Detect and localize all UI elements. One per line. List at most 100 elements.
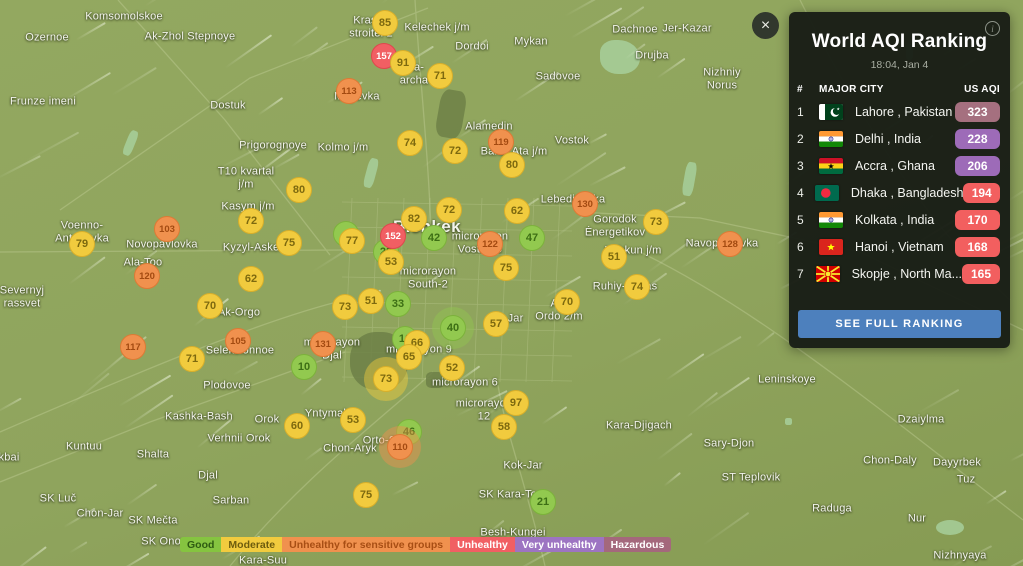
aqi-marker[interactable]: 42 [421, 225, 447, 251]
aqi-marker[interactable]: 70 [197, 293, 223, 319]
map-place-label: SK Luč [40, 493, 77, 506]
see-full-ranking-button[interactable]: SEE FULL RANKING [798, 310, 1001, 338]
map-place-label: ST Teplovik [722, 472, 781, 485]
aqi-marker[interactable]: 71 [179, 346, 205, 372]
map-place-label: Gorodok Ėnergetikov [585, 213, 645, 238]
aqi-marker[interactable]: 82 [401, 206, 427, 232]
aqi-marker[interactable]: 128 [717, 231, 743, 257]
city-name: Hanoi , Vietnam [855, 240, 944, 254]
aqi-marker[interactable]: 74 [397, 130, 423, 156]
map-place-label: Sadovoe [536, 71, 581, 84]
aqi-marker[interactable]: 72 [238, 208, 264, 234]
map-place-label: Nizhnyaya [933, 550, 986, 563]
ranking-rows: 1 Lahore , Pakistan 323 2 Delhi , India … [797, 98, 1000, 287]
aqi-marker[interactable]: 40 [440, 315, 466, 341]
rank-cell: 2 [797, 132, 819, 146]
aqi-marker[interactable]: 47 [519, 225, 545, 251]
aqi-badge: 323 [955, 102, 1000, 122]
aqi-marker[interactable]: 110 [387, 434, 413, 460]
map-place-label: Tuz [957, 474, 976, 487]
map-place-label: Verhnii Orok [208, 433, 271, 446]
rank-cell: 1 [797, 105, 819, 119]
aqi-marker[interactable]: 105 [225, 328, 251, 354]
ranking-row[interactable]: 2 Delhi , India 228 [797, 125, 1000, 152]
aqi-marker[interactable]: 130 [572, 191, 598, 217]
aqi-marker[interactable]: 73 [332, 294, 358, 320]
info-icon[interactable]: i [985, 21, 1000, 36]
aqi-marker[interactable]: 77 [339, 228, 365, 254]
map-place-label: Dachnoe [612, 24, 657, 37]
aqi-marker[interactable]: 10 [291, 354, 317, 380]
legend-item: Hazardous [604, 537, 672, 552]
header-city: MAJOR CITY [819, 84, 884, 95]
aqi-marker[interactable]: 51 [358, 288, 384, 314]
map-place-label: Sary-Djon [704, 438, 755, 451]
aqi-marker[interactable]: 72 [436, 197, 462, 223]
ranking-row[interactable]: 3 Accra , Ghana 206 [797, 152, 1000, 179]
map-place-label: SK Onor [141, 536, 185, 549]
map-place-label: Kara-Djigach [606, 420, 672, 433]
aqi-marker[interactable]: 51 [601, 244, 627, 270]
aqi-marker[interactable]: 71 [427, 63, 453, 89]
city-name: Dhaka , Bangladesh [851, 186, 964, 200]
map-place-label: Dayyrbek [933, 457, 981, 470]
aqi-badge: 168 [955, 237, 1000, 257]
aqi-badge: 194 [963, 183, 1000, 203]
ranking-row[interactable]: 1 Lahore , Pakistan 323 [797, 98, 1000, 125]
aqi-marker[interactable]: 60 [284, 413, 310, 439]
ranking-row[interactable]: 6 Hanoi , Vietnam 168 [797, 233, 1000, 260]
legend-item: Very unhealthy [515, 537, 604, 552]
aqi-marker[interactable]: 72 [442, 138, 468, 164]
aqi-badge: 170 [955, 210, 1000, 230]
map-place-label: Prigorognoye [239, 140, 307, 153]
aqi-marker[interactable]: 57 [483, 311, 509, 337]
ranking-row[interactable]: 4 Dhaka , Bangladesh 194 [797, 179, 1000, 206]
aqi-marker[interactable]: 91 [390, 50, 416, 76]
aqi-marker[interactable]: 75 [353, 482, 379, 508]
map-place-label: Orok [255, 414, 280, 427]
world-aqi-ranking-panel: i World AQI Ranking 18:04, Jan 4 # MAJOR… [789, 12, 1010, 348]
map-place-label: Sarban [213, 495, 250, 508]
map-place-label: Raduga [812, 503, 852, 516]
aqi-marker[interactable]: 152 [380, 223, 406, 249]
aqi-marker[interactable]: 73 [373, 366, 399, 392]
map-place-label: Jer-Kazar [662, 23, 711, 36]
map-place-label: Kara-Suu [239, 555, 287, 566]
rank-cell: 3 [797, 159, 819, 173]
aqi-marker[interactable]: 75 [493, 255, 519, 281]
aqi-marker[interactable]: 52 [439, 355, 465, 381]
aqi-marker[interactable]: 103 [154, 216, 180, 242]
aqi-marker[interactable]: 65 [396, 344, 422, 370]
aqi-marker[interactable]: 53 [340, 407, 366, 433]
aqi-marker[interactable]: 113 [336, 78, 362, 104]
map-place-label: Frunze imeni [10, 96, 76, 109]
aqi-marker[interactable]: 21 [530, 489, 556, 515]
aqi-marker[interactable]: 73 [643, 209, 669, 235]
aqi-marker[interactable]: 122 [477, 231, 503, 257]
aqi-marker[interactable]: 70 [554, 289, 580, 315]
aqi-badge: 165 [962, 264, 1000, 284]
aqi-marker[interactable]: 75 [276, 230, 302, 256]
aqi-marker[interactable]: 80 [499, 152, 525, 178]
aqi-marker[interactable]: 62 [238, 266, 264, 292]
aqi-marker[interactable]: 62 [504, 198, 530, 224]
country-flag-icon [819, 239, 843, 255]
ranking-row[interactable]: 5 Kolkata , India 170 [797, 206, 1000, 233]
map-place-label: Chon-Jar [77, 508, 124, 521]
aqi-marker[interactable]: 120 [134, 263, 160, 289]
close-panel-button[interactable]: × [752, 12, 779, 39]
aqi-marker[interactable]: 85 [372, 10, 398, 36]
aqi-marker[interactable]: 97 [503, 390, 529, 416]
aqi-marker[interactable]: 58 [491, 414, 517, 440]
aqi-marker[interactable]: 53 [378, 249, 404, 275]
aqi-marker[interactable]: 74 [624, 274, 650, 300]
map-place-label: Chon-Aryk [323, 443, 377, 456]
aqi-marker[interactable]: 131 [310, 331, 336, 357]
aqi-marker[interactable]: 79 [69, 231, 95, 257]
aqi-marker[interactable]: 33 [385, 291, 411, 317]
map-place-label: Shalta [137, 449, 169, 462]
aqi-marker[interactable]: 117 [120, 334, 146, 360]
legend-item: Good [180, 537, 221, 552]
aqi-marker[interactable]: 80 [286, 177, 312, 203]
ranking-row[interactable]: 7 Skopje , North Ma... 165 [797, 260, 1000, 287]
